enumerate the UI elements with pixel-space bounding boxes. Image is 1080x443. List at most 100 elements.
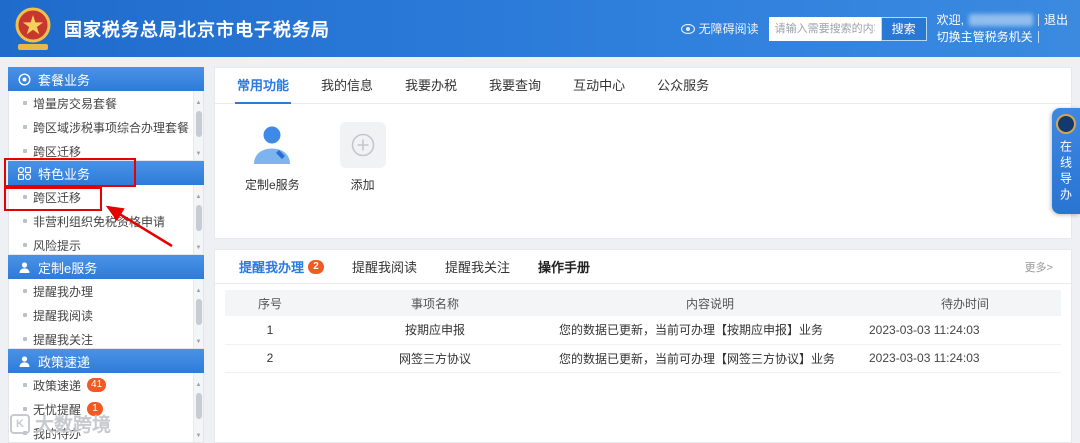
- scroll-thumb[interactable]: [195, 393, 202, 419]
- section-title: 定制e服务: [38, 260, 98, 276]
- tab-interaction-center[interactable]: 互动中心: [557, 68, 641, 104]
- sidebar-item[interactable]: 政策速递 41: [9, 373, 203, 397]
- tab-operation-manual[interactable]: 操作手册: [524, 257, 604, 276]
- cell-time: 2023-03-03 11:24:03: [861, 344, 1061, 373]
- bullet-icon: [23, 149, 27, 153]
- sidebar-item-label: 提醒我关注: [33, 332, 94, 347]
- scroll-thumb[interactable]: [195, 299, 202, 325]
- table-row[interactable]: 2 网签三方协议 您的数据已更新，当前可办理【网签三方协议】业务 2023-03…: [225, 344, 1061, 373]
- bullet-icon: [23, 101, 27, 105]
- cell-name: 网签三方协议: [315, 344, 555, 373]
- scroll-down-icon[interactable]: [196, 236, 202, 254]
- bullet-icon: [23, 289, 27, 293]
- reminders-panel: 提醒我办理 2 提醒我阅读 提醒我关注 操作手册 更多> 序号 事项名称 内容说…: [214, 249, 1072, 443]
- scroll-up-icon[interactable]: [196, 279, 202, 297]
- column-header-desc: 内容说明: [555, 290, 861, 316]
- count-badge: 41: [87, 378, 107, 392]
- bullet-icon: [23, 313, 27, 317]
- divider: [1037, 31, 1039, 43]
- tab-my-info[interactable]: 我的信息: [305, 68, 389, 104]
- logout-link[interactable]: 退出: [1044, 12, 1068, 29]
- tab-query[interactable]: 我要查询: [473, 68, 557, 104]
- sidebar-item-cross-district-migration[interactable]: 跨区迁移: [9, 185, 203, 209]
- scroll-up-icon[interactable]: [196, 185, 202, 203]
- tab-common-functions[interactable]: 常用功能: [221, 68, 305, 104]
- site-title: 国家税务总局北京市电子税务局: [64, 19, 330, 40]
- sidebar-item-label: 增量房交易套餐: [33, 96, 118, 111]
- tab-remind-handle[interactable]: 提醒我办理 2: [225, 257, 338, 276]
- scroll-up-icon[interactable]: [196, 373, 202, 391]
- sidebar-section-package-business[interactable]: 套餐业务: [8, 67, 204, 91]
- scroll-down-icon[interactable]: [196, 330, 202, 348]
- sidebar-item-label: 跨区域涉税事项综合办理套餐: [33, 120, 190, 135]
- shortcut-label: 添加: [350, 178, 375, 192]
- bullet-icon: [23, 219, 27, 223]
- person-icon: [19, 355, 30, 367]
- sidebar-item[interactable]: 提醒我关注: [9, 327, 203, 348]
- national-emblem-logo: [15, 7, 51, 50]
- scrollbar[interactable]: [193, 373, 203, 442]
- sidebar-section-items: 提醒我办理 提醒我阅读 提醒我关注: [8, 279, 204, 349]
- scroll-down-icon[interactable]: [196, 142, 202, 160]
- user-name-redacted: [968, 14, 1033, 26]
- switch-authority-link[interactable]: 切换主管税务机关: [937, 29, 1033, 46]
- search-input[interactable]: [768, 16, 881, 41]
- more-link[interactable]: 更多>: [1025, 259, 1061, 275]
- scroll-thumb[interactable]: [195, 205, 202, 231]
- section-title: 套餐业务: [38, 72, 91, 88]
- sidebar-item[interactable]: 无忧提醒 1: [9, 397, 203, 421]
- bullet-icon: [23, 195, 27, 199]
- scrollbar[interactable]: [193, 91, 203, 160]
- top-header: 国家税务总局北京市电子税务局 无障碍阅读 搜索 欢迎, 退出: [0, 0, 1080, 57]
- scrollbar[interactable]: [193, 279, 203, 348]
- person-icon: [19, 261, 30, 273]
- sidebar-section-special-business[interactable]: 特色业务: [8, 161, 204, 185]
- bullet-icon: [23, 337, 27, 341]
- main-area: 常用功能 我的信息 我要办税 我要查询 互动中心 公众服务 定制e服务 添加 提…: [214, 67, 1072, 443]
- reminder-tabs: 提醒我办理 2 提醒我阅读 提醒我关注 操作手册 更多>: [215, 250, 1071, 284]
- reminder-table: 序号 事项名称 内容说明 待办时间 1 按期应申报 您的数据已更新，当前可办理【…: [225, 290, 1061, 373]
- sidebar-section-policy-express[interactable]: 政策速递: [8, 349, 204, 373]
- sidebar-item-label: 风险提示: [33, 238, 82, 253]
- shortcut-custom-e-service[interactable]: 定制e服务: [245, 122, 300, 193]
- tab-public-service[interactable]: 公众服务: [641, 68, 725, 104]
- common-functions-panel: 常用功能 我的信息 我要办税 我要查询 互动中心 公众服务 定制e服务 添加: [214, 67, 1072, 239]
- target-icon: [18, 72, 31, 86]
- scroll-down-icon[interactable]: [196, 424, 202, 442]
- cell-desc: 您的数据已更新，当前可办理【网签三方协议】业务: [555, 344, 861, 373]
- tab-do-tax[interactable]: 我要办税: [389, 68, 473, 104]
- scroll-up-icon[interactable]: [196, 91, 202, 109]
- bullet-icon: [23, 383, 27, 387]
- cell-time: 2023-03-03 11:24:03: [861, 316, 1061, 345]
- scroll-thumb[interactable]: [195, 111, 202, 137]
- add-box: [339, 122, 386, 168]
- shortcut-add[interactable]: 添加: [339, 122, 386, 193]
- cell-desc: 您的数据已更新，当前可办理【按期应申报】业务: [555, 316, 861, 345]
- sidebar-item[interactable]: 非营利组织免税资格申请: [9, 209, 203, 233]
- tab-remind-read[interactable]: 提醒我阅读: [338, 257, 431, 276]
- sidebar-section-custom-e-service[interactable]: 定制e服务: [8, 255, 204, 279]
- table-row[interactable]: 1 按期应申报 您的数据已更新，当前可办理【按期应申报】业务 2023-03-0…: [225, 316, 1061, 345]
- page: 国家税务总局北京市电子税务局 无障碍阅读 搜索 欢迎, 退出: [0, 0, 1080, 443]
- search-button[interactable]: 搜索: [880, 16, 927, 41]
- tab-remind-follow[interactable]: 提醒我关注: [431, 257, 524, 276]
- person-icon: [254, 126, 291, 164]
- sidebar-section-items: 跨区迁移 非营利组织免税资格申请 风险提示: [8, 185, 204, 255]
- sidebar-item[interactable]: 增量房交易套餐: [9, 91, 203, 115]
- sidebar-item[interactable]: 我的待办: [9, 421, 203, 442]
- accessibility-toggle[interactable]: 无障碍阅读: [680, 20, 759, 37]
- online-guide-button[interactable]: 在线导办: [1052, 108, 1080, 214]
- bullet-icon: [23, 243, 27, 247]
- sidebar-item[interactable]: 风险提示: [9, 233, 203, 254]
- online-guide-label: 在线导办: [1058, 140, 1073, 204]
- scrollbar[interactable]: [193, 185, 203, 254]
- sidebar-item[interactable]: 提醒我办理: [9, 279, 203, 303]
- bullet-icon: [23, 407, 27, 411]
- sidebar-item[interactable]: 跨区迁移: [9, 139, 203, 160]
- cell-no: 2: [225, 344, 315, 373]
- sidebar-section-items: 政策速递 41 无忧提醒 1 我的待办: [8, 373, 204, 443]
- sidebar-item[interactable]: 跨区域涉税事项综合办理套餐: [9, 115, 203, 139]
- divider: [1037, 14, 1039, 26]
- section-title: 政策速递: [38, 354, 91, 370]
- sidebar-item[interactable]: 提醒我阅读: [9, 303, 203, 327]
